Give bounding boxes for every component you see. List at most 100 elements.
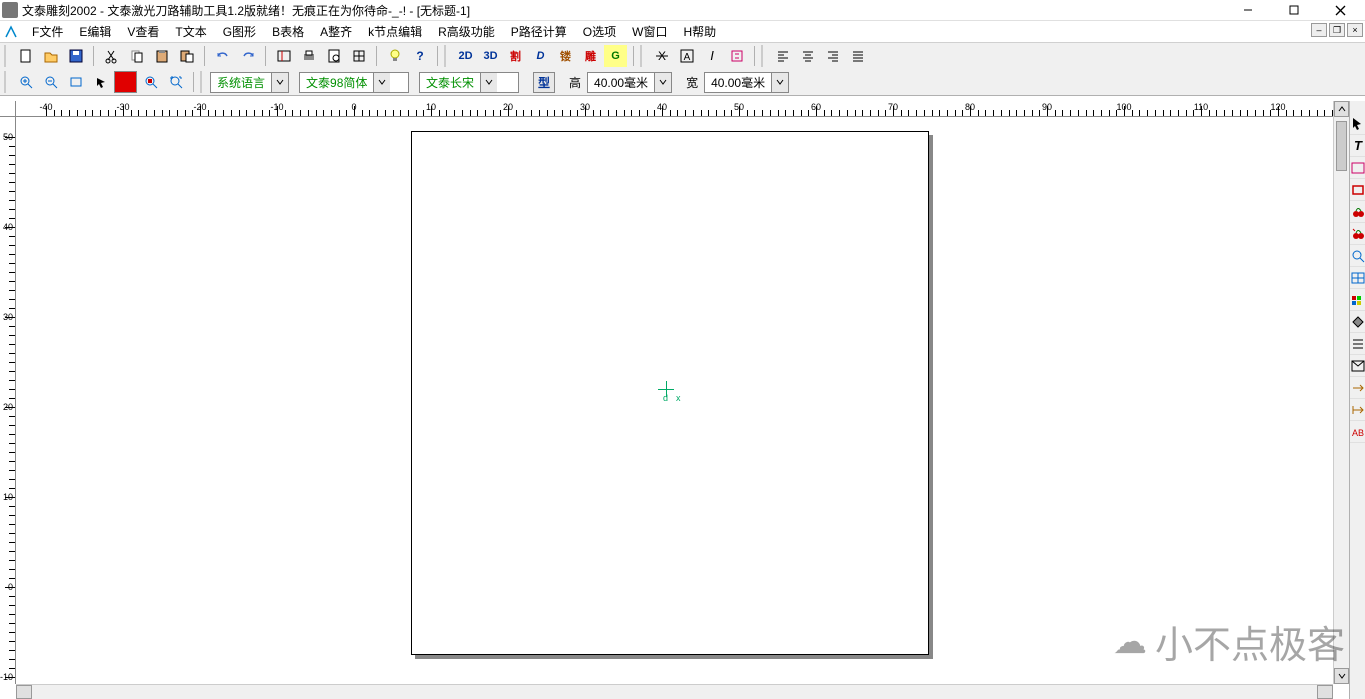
menu-item[interactable]: F文件: [24, 21, 71, 42]
mode-g-button[interactable]: G: [604, 45, 627, 67]
menu-item[interactable]: E编辑: [71, 21, 119, 42]
menu-item[interactable]: W窗口: [624, 21, 675, 42]
menu-item[interactable]: R高级功能: [430, 21, 503, 42]
font1-select[interactable]: 文泰98简体: [299, 72, 409, 93]
dropdown-arrow-icon[interactable]: [480, 73, 497, 92]
undo-button[interactable]: [211, 45, 234, 67]
align-right-button[interactable]: [821, 45, 844, 67]
menu-item[interactable]: O选项: [575, 21, 624, 42]
zoom-in-button[interactable]: [14, 71, 37, 93]
h1-tool-button[interactable]: [1350, 377, 1365, 399]
mdi-minimize[interactable]: –: [1311, 23, 1327, 37]
menu-item[interactable]: V查看: [119, 21, 167, 42]
svg-text:?: ?: [416, 49, 423, 63]
minimize-button[interactable]: [1225, 0, 1271, 21]
print-preview-button[interactable]: [322, 45, 345, 67]
layout-button[interactable]: [347, 45, 370, 67]
zoom-arrow-button[interactable]: [89, 71, 112, 93]
grid-tool-button[interactable]: [1350, 267, 1365, 289]
paste-special-button[interactable]: [175, 45, 198, 67]
horizontal-ruler: -40-30-20-100102030405060708090100110120: [16, 101, 1333, 117]
mode-d-button[interactable]: D: [529, 45, 552, 67]
h2-tool-button[interactable]: [1350, 399, 1365, 421]
maximize-button[interactable]: [1271, 0, 1317, 21]
layer-tool-button[interactable]: [1350, 355, 1365, 377]
text-tool-button[interactable]: T: [1350, 135, 1365, 157]
box-a-button[interactable]: A: [675, 45, 698, 67]
palette-tool-button[interactable]: [1350, 289, 1365, 311]
new-file-button[interactable]: [14, 45, 37, 67]
scroll-down-button[interactable]: [1334, 668, 1349, 684]
height-label: 高: [565, 74, 585, 91]
cut-button[interactable]: [100, 45, 123, 67]
align-left-button[interactable]: [771, 45, 794, 67]
ab-tool-button[interactable]: AB: [1350, 421, 1365, 443]
wechat-icon: ☁: [1113, 622, 1147, 662]
mdi-restore[interactable]: ❐: [1329, 23, 1345, 37]
menu-item[interactable]: k节点编辑: [360, 21, 430, 42]
paste-button[interactable]: [150, 45, 173, 67]
menu-item[interactable]: A整齐: [312, 21, 360, 42]
tool-a-button[interactable]: [272, 45, 295, 67]
strike-button[interactable]: X: [650, 45, 673, 67]
menu-item[interactable]: P路径计算: [503, 21, 575, 42]
open-file-button[interactable]: [39, 45, 62, 67]
zoom-all-button[interactable]: [164, 71, 187, 93]
horizontal-scrollbar[interactable]: [16, 684, 1333, 699]
dropdown-arrow-icon[interactable]: [373, 73, 390, 92]
dropdown-arrow-icon[interactable]: [771, 73, 788, 92]
format-button[interactable]: [725, 45, 748, 67]
vertical-scrollbar[interactable]: [1333, 101, 1349, 684]
mode-diao-button[interactable]: 雕: [579, 45, 602, 67]
svg-text:T: T: [1354, 138, 1363, 153]
menu-item[interactable]: H帮助: [675, 21, 724, 42]
mode-ya-button[interactable]: 镂: [554, 45, 577, 67]
dropdown-arrow-icon[interactable]: [654, 73, 671, 92]
scroll-left-button[interactable]: [16, 685, 32, 699]
canvas-area[interactable]: d x: [16, 117, 1333, 684]
scroll-thumb[interactable]: [1336, 121, 1347, 171]
svg-text:A: A: [683, 52, 690, 63]
right-tool-palette: T AB: [1349, 101, 1365, 699]
color-swatch-button[interactable]: [114, 71, 137, 93]
redo-button[interactable]: [236, 45, 259, 67]
italic-button[interactable]: I: [700, 45, 723, 67]
pointer-tool-button[interactable]: [1350, 113, 1365, 135]
page[interactable]: [411, 131, 929, 655]
fill-tool-button[interactable]: [1350, 311, 1365, 333]
mode-3d-button[interactable]: 3D: [479, 45, 502, 67]
language-select[interactable]: 系统语言: [210, 72, 289, 93]
type-button[interactable]: 型: [533, 72, 555, 93]
zoom-tool-button[interactable]: [1350, 245, 1365, 267]
mdi-close[interactable]: ×: [1347, 23, 1363, 37]
height-input[interactable]: 40.00毫米: [587, 72, 672, 93]
mdi-icon: [2, 23, 20, 41]
print-button[interactable]: [297, 45, 320, 67]
save-button[interactable]: [64, 45, 87, 67]
menu-item[interactable]: G图形: [215, 21, 264, 42]
zoom-fit-button[interactable]: [139, 71, 162, 93]
help-button[interactable]: ?: [408, 45, 431, 67]
dropdown-arrow-icon[interactable]: [271, 73, 288, 92]
frame-tool-button[interactable]: [1350, 157, 1365, 179]
close-button[interactable]: [1317, 0, 1363, 21]
align-justify-button[interactable]: [846, 45, 869, 67]
mode-2d-button[interactable]: 2D: [454, 45, 477, 67]
scroll-up-button[interactable]: [1334, 101, 1349, 117]
cherry2-tool-button[interactable]: [1350, 223, 1365, 245]
menu-item[interactable]: T文本: [167, 21, 214, 42]
menu-item[interactable]: B表格: [264, 21, 312, 42]
svg-text:AB: AB: [1352, 428, 1364, 438]
align-center-button[interactable]: [796, 45, 819, 67]
zoom-out-button[interactable]: [39, 71, 62, 93]
copy-button[interactable]: [125, 45, 148, 67]
cherry1-tool-button[interactable]: [1350, 201, 1365, 223]
width-input[interactable]: 40.00毫米: [704, 72, 789, 93]
zoom-page-button[interactable]: [64, 71, 87, 93]
align-tool-button[interactable]: [1350, 333, 1365, 355]
font2-select[interactable]: 文泰长宋: [419, 72, 519, 93]
tips-button[interactable]: [383, 45, 406, 67]
rect-tool-button[interactable]: [1350, 179, 1365, 201]
scroll-right-button[interactable]: [1317, 685, 1333, 699]
mode-ge-button[interactable]: 割: [504, 45, 527, 67]
